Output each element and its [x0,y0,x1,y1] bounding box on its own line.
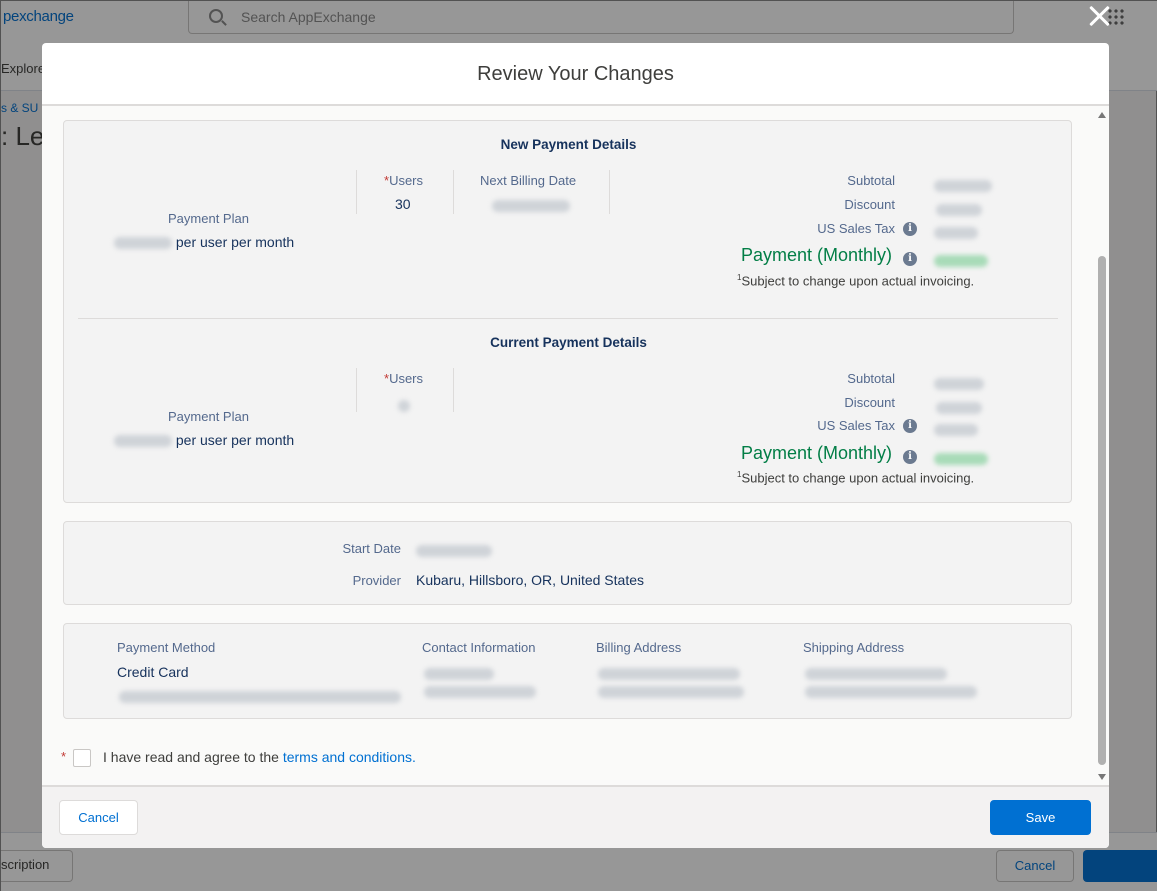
current-plan-value: per user per month [114,432,294,448]
new-billing-value [492,197,570,215]
contact-email-value [424,683,536,701]
contact-info-label: Contact Information [422,640,536,655]
start-date-value [416,542,492,560]
current-subtotal-label: Subtotal [847,371,895,386]
billing-address-label: Billing Address [596,640,682,655]
modal-header: Review Your Changes [42,43,1109,106]
current-users-value [398,397,410,415]
divider [356,170,357,214]
cancel-button[interactable]: Cancel [59,800,138,835]
new-tax-value [934,224,978,242]
terms-checkbox[interactable] [73,749,91,767]
new-payment-label: Payment (Monthly) [740,245,892,265]
new-subtotal-label: Subtotal [847,173,895,188]
shipping-address-label: Shipping Address [803,640,905,655]
current-payment-value [934,450,988,468]
billing-info-card: Payment Method Credit Card Contact Infor… [63,623,1072,719]
current-payment-label: Payment (Monthly) [740,443,892,463]
new-discount-label: Discount [844,197,895,212]
contact-name-value [424,665,494,683]
info-icon[interactable]: i [903,450,917,464]
divider [453,170,454,214]
scroll-up-arrow-icon[interactable] [1098,112,1106,118]
provider-value: Kubaru, Hillsboro, OR, United States [416,572,644,588]
terms-link[interactable]: terms and conditions. [283,749,416,765]
card-number-value [119,688,401,706]
current-payment-title: Current Payment Details [490,335,647,350]
current-invoice-note: 1Subject to change upon actual invoicing… [737,470,975,486]
redacted-price [114,237,172,250]
scroll-down-arrow-icon[interactable] [1098,774,1106,780]
payment-method-value: Credit Card [117,664,189,680]
billing-address-line2 [598,683,744,701]
current-tax-label: US Sales Tax [817,418,895,433]
scrollbar-thumb[interactable] [1098,256,1106,765]
divider [356,368,357,412]
divider [609,170,610,214]
new-discount-value [936,201,982,219]
new-invoice-note: 1Subject to change upon actual invoicing… [737,273,975,289]
current-tax-value [934,421,978,439]
modal-title: Review Your Changes [477,63,674,85]
current-subtotal-value [934,375,984,393]
review-modal: Review Your Changes New Payment Details … [42,43,1109,848]
shipping-address-line2 [805,683,977,701]
new-plan-suffix: per user per month [175,234,295,250]
scrollbar[interactable] [1095,106,1109,785]
new-plan-value: per user per month [114,234,294,250]
new-users-label: *Users [384,173,424,188]
close-icon[interactable] [1088,4,1112,28]
new-tax-label: US Sales Tax [817,221,895,236]
current-discount-label: Discount [844,395,895,410]
provider-label: Provider [352,573,401,588]
info-icon[interactable]: i [903,419,917,433]
redacted-price [114,435,172,448]
current-plan-suffix: per user per month [175,432,295,448]
info-icon[interactable]: i [903,252,917,266]
shipping-address-line1 [805,665,947,683]
terms-text: I have read and agree to the [103,749,279,765]
modal-footer: Cancel Save [42,785,1109,848]
divider [453,368,454,412]
new-subtotal-value [934,177,992,195]
new-plan-label: Payment Plan [168,211,249,226]
current-discount-value [936,399,982,417]
payment-details-card: New Payment Details Payment Plan per use… [63,120,1072,503]
terms-agreement: I have read and agree to the terms and c… [103,749,416,765]
info-icon[interactable]: i [903,222,917,236]
billing-address-line1 [598,665,740,683]
current-users-label: *Users [384,371,424,386]
new-payment-title: New Payment Details [500,137,637,152]
required-marker: * [61,749,67,764]
modal-body: New Payment Details Payment Plan per use… [42,106,1109,785]
new-payment-value [934,252,988,270]
subscription-details-card: Start Date Provider Kubaru, Hillsboro, O… [63,521,1072,605]
save-button[interactable]: Save [990,800,1091,835]
new-billing-label: Next Billing Date [480,173,577,188]
current-plan-label: Payment Plan [168,409,249,424]
section-divider [78,318,1058,319]
payment-method-label: Payment Method [117,640,216,655]
start-date-label: Start Date [342,541,401,556]
new-users-value: 30 [395,196,411,212]
